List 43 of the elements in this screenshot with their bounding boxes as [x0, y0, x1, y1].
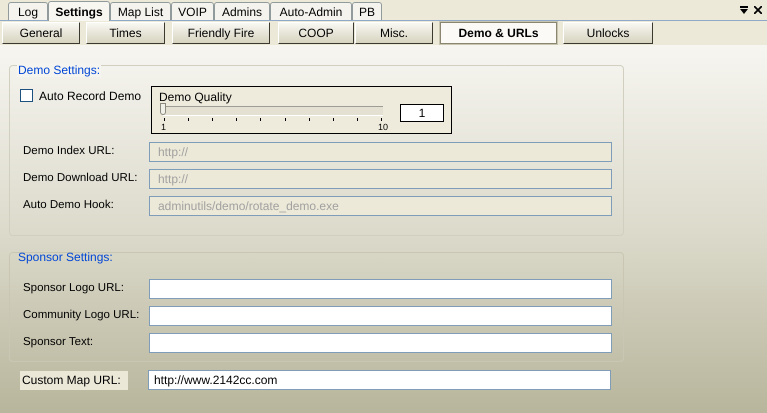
field-label: Sponsor Logo URL:	[22, 281, 126, 296]
field-label: Demo Download URL:	[22, 171, 138, 186]
tab[interactable]: Log	[8, 2, 48, 20]
tick-mark	[356, 118, 358, 121]
field-label: Community Logo URL:	[22, 308, 140, 324]
field-label: Demo Index URL:	[22, 144, 116, 160]
subtab-button[interactable]: General	[2, 22, 80, 44]
slider-track[interactable]	[163, 106, 383, 116]
tick-mark	[332, 118, 334, 121]
close-icon[interactable]	[754, 6, 762, 14]
tab[interactable]: Admins	[214, 2, 270, 20]
group-title: Demo Settings:	[17, 63, 102, 77]
subtab-button[interactable]: Times	[86, 22, 165, 44]
tab[interactable]: Map List	[110, 2, 171, 20]
tab[interactable]: Settings	[48, 1, 110, 21]
input-field[interactable]	[149, 306, 612, 326]
tab[interactable]: Auto-Admin	[270, 2, 352, 20]
slider-min-label: 1	[161, 122, 166, 132]
input-field[interactable]	[149, 279, 612, 299]
tick-mark	[380, 118, 382, 121]
slider-title: Demo Quality	[158, 90, 233, 104]
group-title: Sponsor Settings:	[17, 250, 114, 264]
field-label: Sponsor Text:	[22, 335, 94, 350]
tick-mark	[212, 118, 214, 121]
field-label: Auto Demo Hook:	[22, 198, 115, 214]
slider-thumb[interactable]	[160, 103, 166, 115]
subtab-button[interactable]: Friendly Fire	[172, 22, 270, 44]
dropdown-icon[interactable]	[740, 6, 748, 14]
field-label: Custom Map URL:	[20, 370, 128, 390]
tick-mark	[188, 118, 190, 121]
tick-mark	[164, 118, 165, 121]
slider-max-label: 10	[378, 122, 388, 132]
tab[interactable]: VOIP	[171, 2, 214, 20]
input-field[interactable]: http://www.2142cc.com	[148, 370, 611, 390]
input-field[interactable]	[149, 333, 612, 353]
checkbox[interactable]	[20, 89, 33, 102]
slider-value: 1	[400, 104, 444, 122]
subtab-button[interactable]: Misc.	[355, 22, 433, 44]
subtab-button[interactable]: Demo & URLs	[440, 22, 557, 44]
subtab-button[interactable]: COOP	[278, 22, 354, 44]
checkbox-label: Auto Record Demo	[39, 89, 142, 103]
subtab-button[interactable]: Unlocks	[563, 22, 653, 44]
tab[interactable]: PB	[352, 2, 382, 20]
